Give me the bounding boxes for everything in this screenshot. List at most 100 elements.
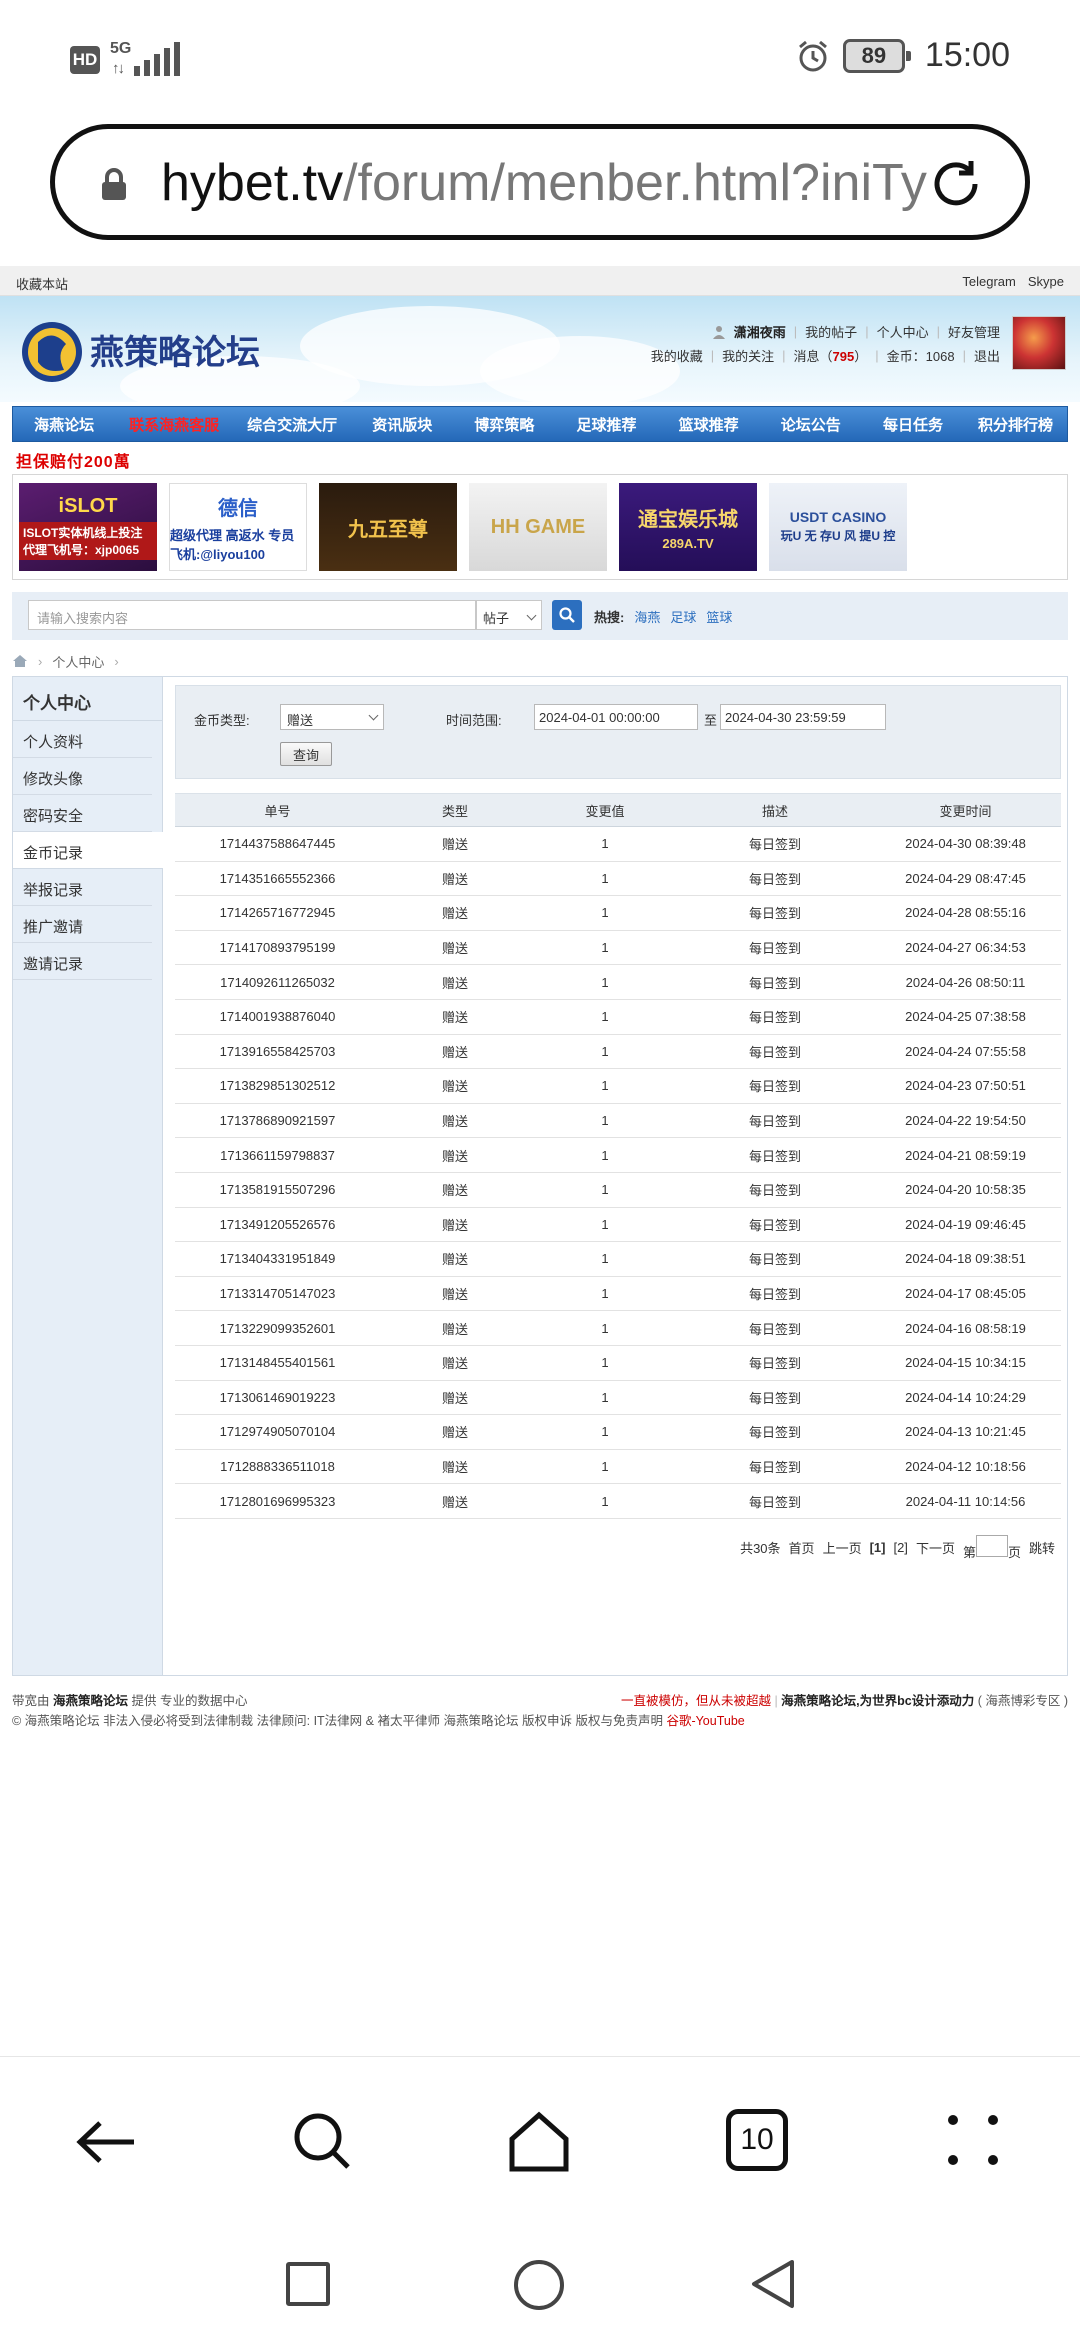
nav-item-strategy[interactable]: 博弈策略 [453, 407, 555, 441]
footer-link[interactable]: 版权申诉 [522, 1714, 572, 1728]
first-page-link[interactable]: 首页 [789, 1538, 815, 1557]
page-number-input[interactable] [975, 1534, 1008, 1557]
prev-page-link[interactable]: 上一页 [823, 1538, 862, 1557]
nav-item-forum[interactable]: 海燕论坛 [13, 407, 115, 441]
svg-text:燕策略论坛: 燕策略论坛 [90, 333, 260, 373]
table-row: 1713061469019223 赠送 1 每日签到 2024-04-14 10:24:… [175, 1380, 1061, 1416]
change-value-cell: 1 [530, 964, 680, 1000]
ad-banner-islot[interactable]: iSLOT ISLOT实体机线上投注 代理飞机号：xjp0065 [19, 483, 157, 571]
sidebar-item-security[interactable]: 密码安全 [13, 795, 152, 832]
hot-link[interactable]: 篮球 [706, 607, 732, 626]
date-to-input[interactable]: 2024-04-30 23:59:59 [720, 704, 886, 730]
nav-item-leaderboard[interactable]: 积分排行榜 [964, 407, 1067, 441]
sidebar-item-avatar[interactable]: 修改头像 [13, 758, 152, 795]
change-value-cell: 1 [530, 861, 680, 897]
ad-banner-95[interactable]: 九五至尊 [319, 483, 457, 571]
ad-banner-tongbao[interactable]: 通宝娱乐城 289A.TV [619, 483, 757, 571]
change-time-cell: 2024-04-11 10:14:56 [870, 1483, 1061, 1519]
search-type-select[interactable]: 帖子 [476, 600, 542, 630]
change-time-cell: 2024-04-19 09:46:45 [870, 1207, 1061, 1243]
address-bar[interactable]: hybet.tv/forum/menber.html?iniTy [50, 124, 1030, 240]
type-cell: 赠送 [380, 999, 530, 1035]
search-icon [559, 607, 575, 623]
ad-banners: iSLOT ISLOT实体机线上投注 代理飞机号：xjp0065 德信 超级代理 高… [12, 474, 1068, 580]
nav-item-contact-service[interactable]: 联系海燕客服 [115, 407, 233, 441]
menu-dots-icon[interactable] [948, 2115, 998, 2165]
messages-link[interactable]: 消息（795） [794, 346, 868, 365]
hot-link[interactable]: 海燕 [634, 607, 660, 626]
change-time-cell: 2024-04-25 07:38:58 [870, 999, 1061, 1035]
coins-display: 金币：1068 [886, 349, 955, 364]
nav-item-daily-tasks[interactable]: 每日任务 [862, 407, 964, 441]
logout-link[interactable]: 退出 [974, 346, 1000, 365]
youtube-link[interactable]: 谷歌-YouTube [666, 1714, 744, 1728]
sidebar-item-invites[interactable]: 邀请记录 [13, 943, 152, 980]
order-id-cell: 1713916558425703 [175, 1034, 380, 1070]
back-button[interactable] [748, 2258, 798, 2310]
recents-button[interactable] [286, 2262, 330, 2306]
change-time-cell: 2024-04-29 08:47:45 [870, 861, 1061, 897]
url-text[interactable]: hybet.tv/forum/menber.html?iniTy [161, 153, 951, 213]
friends-link[interactable]: 好友管理 [948, 322, 1000, 341]
search-icon[interactable] [290, 2109, 356, 2175]
footer-zone[interactable]: ( 海燕博彩专区 ) [978, 1694, 1068, 1708]
hot-link[interactable]: 足球 [670, 607, 696, 626]
footer-slogan: 一直被模仿，但从未被超越 [620, 1694, 771, 1708]
sidebar-item-reports[interactable]: 举报记录 [13, 869, 152, 906]
type-cell: 赠送 [380, 1414, 530, 1450]
back-arrow-icon[interactable] [74, 2109, 140, 2175]
jump-button[interactable]: 跳转 [1029, 1538, 1055, 1557]
footer-link[interactable]: 版权与免责声明 [575, 1714, 663, 1728]
breadcrumb-current[interactable]: 个人中心 [52, 652, 104, 671]
change-time-cell: 2024-04-17 08:45:05 [870, 1276, 1061, 1312]
tabs-button[interactable]: 10 [726, 2109, 788, 2171]
sidebar-item-profile[interactable]: 个人资料 [13, 721, 152, 758]
system-nav-bar [0, 2226, 1080, 2340]
footer-tagline[interactable]: 海燕策略论坛,为世界bc设计添动力 [781, 1694, 974, 1708]
change-value-cell: 1 [530, 1137, 680, 1173]
footer-brand[interactable]: 海燕策略论坛 [53, 1694, 128, 1708]
my-follows-link[interactable]: 我的关注 [722, 346, 774, 365]
ad-banner-usdt-casino[interactable]: USDT CASINO 玩U 无 存U 风 提U 控 [769, 483, 907, 571]
skype-link[interactable]: Skype [1028, 274, 1064, 289]
sidebar-item-coin-records[interactable]: 金币记录 [13, 832, 163, 869]
ad-banner-hhgame[interactable]: HH GAME [469, 483, 607, 571]
personal-center-link[interactable]: 个人中心 [877, 322, 929, 341]
alarm-icon [798, 40, 827, 71]
nav-item-announcements[interactable]: 论坛公告 [760, 407, 862, 441]
page-1[interactable]: [1] [870, 1540, 886, 1555]
nav-item-news[interactable]: 资讯版块 [351, 407, 453, 441]
status-bar: HD 5G ↑↓ 89 15:00 [0, 0, 1080, 110]
coin-type-select[interactable]: 赠送 [280, 704, 384, 730]
nav-item-football[interactable]: 足球推荐 [555, 407, 657, 441]
search-button[interactable] [552, 600, 582, 630]
description-cell: 每日签到 [680, 930, 870, 966]
username[interactable]: 潇湘夜雨 [734, 322, 786, 341]
sidebar-item-promotion[interactable]: 推广邀请 [13, 906, 152, 943]
telegram-link[interactable]: Telegram [962, 274, 1015, 289]
footer-link[interactable]: 海燕策略论坛 [443, 1714, 518, 1728]
home-button[interactable] [514, 2260, 564, 2310]
type-cell: 赠送 [380, 826, 530, 862]
avatar[interactable] [1012, 316, 1066, 370]
home-icon[interactable] [506, 2109, 572, 2175]
favorite-link[interactable]: 收藏本站 [16, 274, 68, 293]
nav-item-lobby[interactable]: 综合交流大厅 [233, 407, 351, 441]
type-cell: 赠送 [380, 861, 530, 897]
nav-item-basketball[interactable]: 篮球推荐 [658, 407, 760, 441]
my-posts-link[interactable]: 我的帖子 [805, 322, 857, 341]
next-page-link[interactable]: 下一页 [916, 1538, 955, 1557]
date-from-input[interactable]: 2024-04-01 00:00:00 [534, 704, 698, 730]
site-logo[interactable]: 燕策略论坛 [16, 314, 286, 390]
query-button[interactable]: 查询 [280, 742, 332, 766]
my-favorites-link[interactable]: 我的收藏 [651, 346, 703, 365]
reload-icon[interactable] [925, 153, 987, 215]
page-2[interactable]: [2] [893, 1540, 907, 1555]
change-time-cell: 2024-04-16 08:58:19 [870, 1310, 1061, 1346]
home-icon[interactable] [12, 654, 28, 668]
type-cell: 赠送 [380, 895, 530, 931]
search-input[interactable]: 请输入搜索内容 [28, 600, 476, 630]
chevron-down-icon [368, 710, 379, 721]
change-value-cell: 1 [530, 999, 680, 1035]
ad-banner-dexin[interactable]: 德信 超级代理 高返水 专员飞机:@liyou100 [169, 483, 307, 571]
